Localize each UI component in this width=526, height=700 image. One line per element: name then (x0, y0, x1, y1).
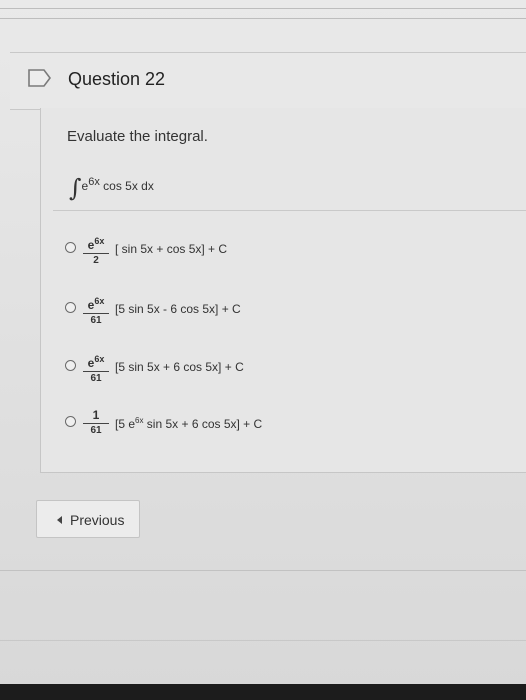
footer-rule-2 (0, 640, 526, 641)
previous-label: Previous (70, 512, 125, 528)
fraction: e6x 61 (83, 352, 109, 385)
fraction-numerator: e6x (83, 294, 109, 314)
top-rule-2 (0, 18, 526, 19)
fraction-numerator: e6x (83, 234, 109, 254)
fraction-denominator: 61 (90, 373, 102, 384)
fraction-numerator: 1 (83, 408, 109, 424)
top-rule (0, 8, 526, 9)
option-text: [5 e6x sin 5x + 6 cos 5x] + C (115, 416, 263, 431)
radio-button[interactable] (65, 242, 76, 253)
question-title: Question 22 (68, 69, 166, 89)
footer-rule (0, 570, 526, 571)
radio-button[interactable] (65, 360, 76, 371)
integral-sign: ∫ (69, 174, 82, 202)
divider (53, 210, 526, 211)
fraction-denominator: 61 (90, 315, 102, 326)
integral-expression: ∫e6x cos 5x dx (69, 174, 154, 202)
fraction: 1 61 (83, 408, 109, 437)
fraction: e6x 61 (83, 294, 109, 327)
previous-button[interactable]: Previous (36, 500, 140, 538)
question-content: Evaluate the integral. ∫e6x cos 5x dx e6… (40, 108, 526, 473)
question-header: Question 22 (10, 52, 526, 110)
question-prompt: Evaluate the integral. (67, 128, 208, 145)
fraction-denominator: 61 (90, 425, 102, 436)
integral-rest: cos 5x dx (99, 179, 154, 193)
fraction-denominator: 2 (93, 255, 99, 266)
option-text: [5 sin 5x + 6 cos 5x] + C (115, 360, 244, 374)
option-text: [ sin 5x + cos 5x] + C (115, 242, 228, 256)
option-text: [5 sin 5x - 6 cos 5x] + C (115, 302, 241, 316)
chevron-left-icon (57, 516, 62, 524)
integral-exponent: 6x (88, 176, 100, 188)
radio-button[interactable] (65, 416, 76, 427)
radio-button[interactable] (65, 302, 76, 313)
bottom-bar (0, 684, 526, 700)
fraction-numerator: e6x (83, 352, 109, 372)
flag-icon[interactable] (26, 67, 54, 89)
fraction: e6x 2 (83, 234, 109, 267)
